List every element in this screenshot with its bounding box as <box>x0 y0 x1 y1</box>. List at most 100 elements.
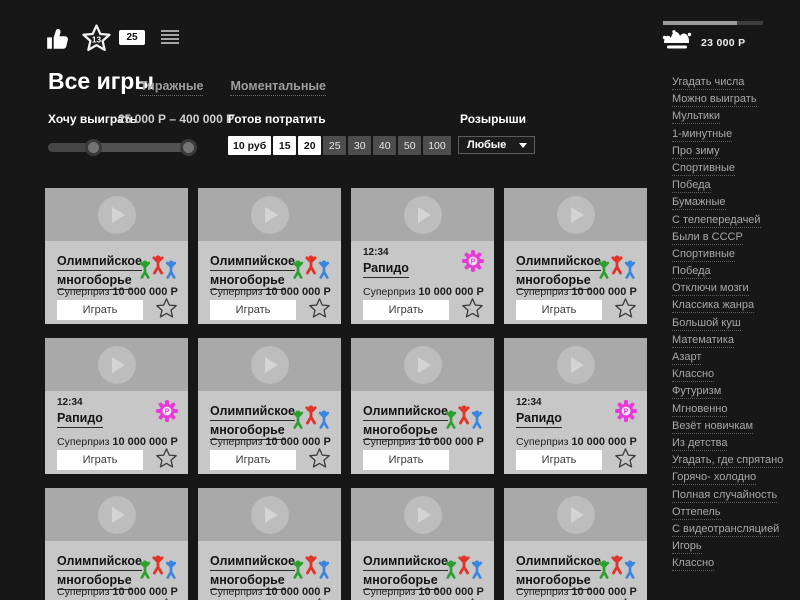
category-link[interactable]: Оттепель <box>672 506 721 520</box>
category-link[interactable]: Математика <box>672 334 734 348</box>
slider-range <box>92 143 193 152</box>
svg-text:Р: Р <box>165 409 170 416</box>
wallet-button[interactable]: 23 000 Р <box>660 29 745 56</box>
category-link[interactable]: Спортивные <box>672 248 736 262</box>
play-button[interactable]: Играть <box>363 300 449 320</box>
game-preview[interactable] <box>351 488 494 541</box>
category-link[interactable]: С видеотрансляцией <box>672 523 780 537</box>
play-button[interactable]: Играть <box>57 300 143 320</box>
spend-amount-button[interactable]: 50 <box>398 136 422 155</box>
play-button[interactable]: Играть <box>210 300 296 320</box>
game-title[interactable]: Рапидо <box>363 260 457 279</box>
prize-label: Суперприз <box>363 586 416 598</box>
category-link[interactable]: Большой куш <box>672 317 741 331</box>
category-link[interactable]: Горячо- холодно <box>672 471 757 486</box>
prize-label: Суперприз <box>516 586 569 598</box>
game-preview[interactable] <box>504 338 647 391</box>
game-preview[interactable] <box>45 338 188 391</box>
category-link[interactable]: Классика жанра <box>672 299 755 314</box>
draws-filter-label: Розырыши <box>460 112 527 126</box>
slider-handle-max[interactable] <box>180 139 197 156</box>
spend-amount-button[interactable]: 100 <box>423 136 451 155</box>
game-card: Олимпийское многоборье Суперприз 10 000 … <box>198 188 341 324</box>
spend-amount-button[interactable]: 30 <box>348 136 372 155</box>
spend-amount-button[interactable]: 25 <box>323 136 347 155</box>
prize-label: Суперприз <box>210 436 263 448</box>
spend-amount-button[interactable]: 15 <box>273 136 297 155</box>
tab[interactable]: Тиражные <box>140 79 204 96</box>
tab[interactable]: Моментальные <box>230 79 326 96</box>
category-link[interactable]: Были в СССР <box>672 231 743 245</box>
category-link[interactable]: С телепередачей <box>672 214 761 228</box>
play-button[interactable]: Играть <box>516 300 602 320</box>
favorite-star-icon[interactable] <box>308 447 331 470</box>
game-preview[interactable] <box>45 488 188 541</box>
draws-dropdown-value: Любые <box>467 139 507 151</box>
game-preview[interactable] <box>504 488 647 541</box>
athletes-icon <box>443 404 485 436</box>
favorite-star-icon[interactable] <box>155 447 178 470</box>
category-link[interactable]: Победа <box>672 265 711 280</box>
game-preview[interactable] <box>504 188 647 241</box>
game-preview[interactable] <box>198 488 341 541</box>
category-link[interactable]: Азарт <box>672 351 702 365</box>
category-link[interactable]: Классно <box>672 557 715 572</box>
game-preview[interactable] <box>198 338 341 391</box>
category-link[interactable]: Игорь <box>672 540 702 555</box>
category-link[interactable]: Полная случайность <box>672 489 778 503</box>
spend-amount-button[interactable]: 20 <box>298 136 322 155</box>
category-link[interactable]: Классно <box>672 368 715 383</box>
spend-amount-button[interactable]: 40 <box>373 136 397 155</box>
category-link[interactable]: Про зиму <box>672 145 720 159</box>
play-icon <box>403 495 442 534</box>
game-preview[interactable] <box>45 188 188 241</box>
favorite-star-icon[interactable] <box>308 297 331 320</box>
athletes-icon <box>596 554 638 586</box>
category-link[interactable]: Мгновенно <box>672 403 728 417</box>
category-link[interactable]: Можно выиграть <box>672 93 757 108</box>
category-link[interactable]: Угадать, где спрятано <box>672 454 784 469</box>
category-link[interactable]: Мультики <box>672 110 720 125</box>
prize-label: Суперприз <box>210 586 263 598</box>
game-info: Олимпийское многоборье Суперприз 10 000 … <box>45 241 188 324</box>
gear-icon: Р <box>155 399 179 428</box>
favorite-star-icon[interactable] <box>461 297 484 320</box>
athletes-icon <box>137 554 179 586</box>
game-draw-time: 12:34 <box>57 397 83 408</box>
category-link[interactable]: Отключи мозги <box>672 282 749 297</box>
category-link[interactable]: Бумажные <box>672 196 726 211</box>
counter-badge[interactable]: 25 <box>119 30 145 45</box>
favorite-star-icon[interactable] <box>155 297 178 320</box>
spend-amount-button[interactable]: 10 руб <box>228 136 272 155</box>
menu-icon[interactable] <box>161 30 179 46</box>
star-badge-icon[interactable]: 13 <box>81 23 112 59</box>
thumbs-up-icon[interactable] <box>45 26 71 57</box>
category-link[interactable]: Победа <box>672 179 711 194</box>
draws-dropdown[interactable]: Любые <box>458 136 535 154</box>
favorite-star-icon[interactable] <box>614 447 637 470</box>
category-link[interactable]: Из детства <box>672 437 728 451</box>
game-title[interactable]: Рапидо <box>57 410 151 429</box>
game-title[interactable]: Рапидо <box>516 410 610 429</box>
game-preview[interactable] <box>198 188 341 241</box>
category-link[interactable]: Везёт новичкам <box>672 420 754 434</box>
play-button[interactable]: Играть <box>210 450 296 470</box>
game-info: 12:34 Рапидо Р Суперприз 10 000 000 Р Иг… <box>351 241 494 324</box>
game-info: Олимпийское многоборье Суперприз 10 000 … <box>45 541 188 600</box>
play-button[interactable]: Играть <box>57 450 143 470</box>
category-link[interactable]: Угадать числа <box>672 76 745 90</box>
spend-options: 10 руб 15 20 25 30 40 50 100 <box>228 136 451 155</box>
game-card: Олимпийское многоборье Суперприз 10 000 … <box>198 488 341 600</box>
game-preview[interactable] <box>351 338 494 391</box>
favorite-star-icon[interactable] <box>614 297 637 320</box>
category-link[interactable]: Спортивные <box>672 162 736 176</box>
play-button[interactable]: Играть <box>516 450 602 470</box>
play-icon <box>403 345 442 384</box>
slider-handle-min[interactable] <box>85 139 102 156</box>
gear-icon: Р <box>614 399 638 428</box>
athletes-icon <box>290 554 332 586</box>
game-preview[interactable] <box>351 188 494 241</box>
category-link[interactable]: Футуризм <box>672 385 722 400</box>
play-button[interactable]: Играть <box>363 450 449 470</box>
category-link[interactable]: 1-минутные <box>672 128 733 142</box>
